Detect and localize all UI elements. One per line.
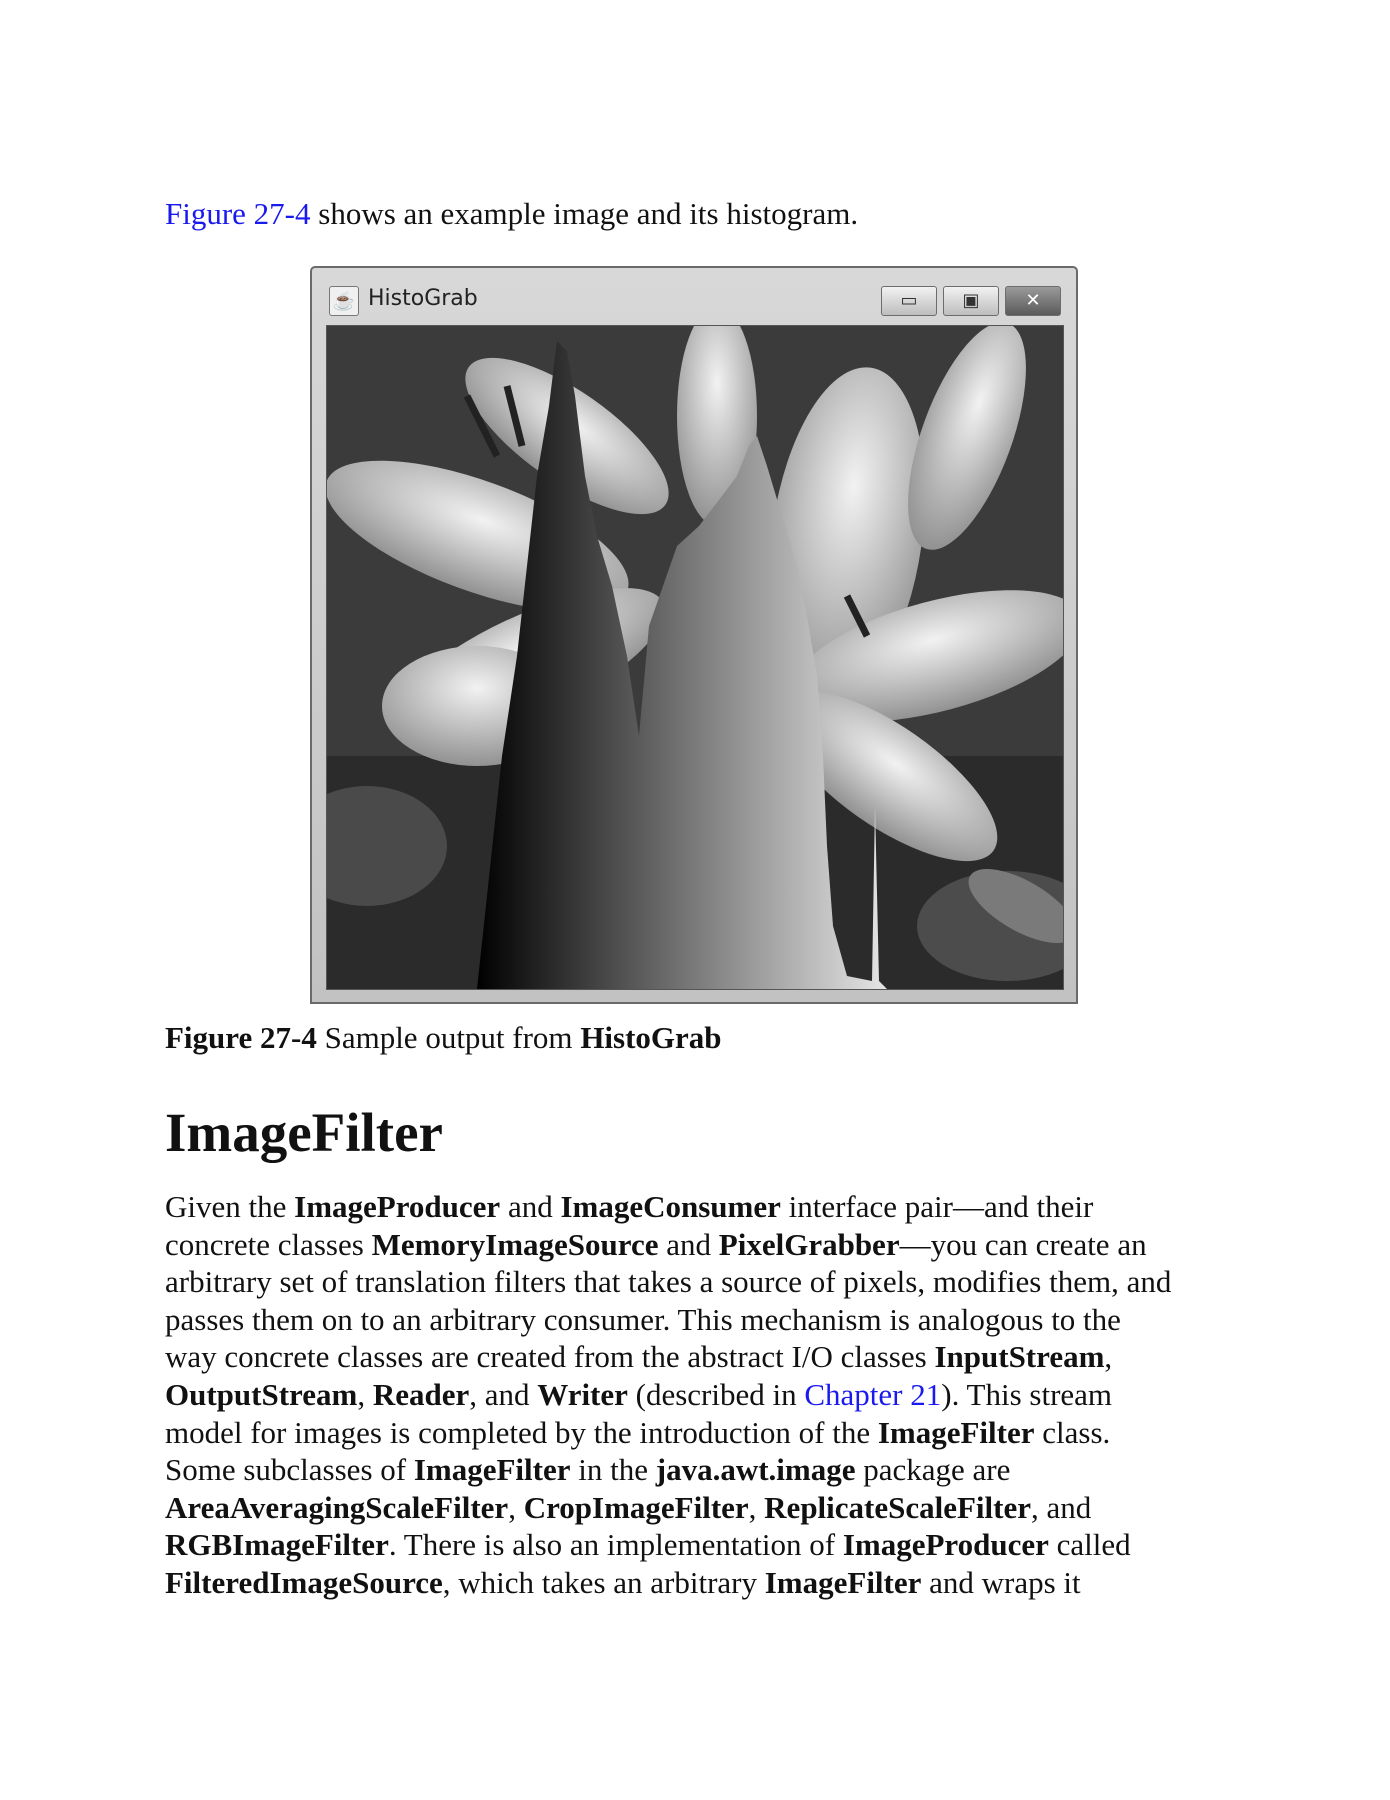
lily-photo-with-histogram <box>327 326 1063 989</box>
java-cup-icon: ☕ <box>329 286 359 316</box>
text-line: model for images is completed by the int… <box>165 1414 1111 1450</box>
text-line: FilteredImageSource, which takes an arbi… <box>165 1564 1081 1600</box>
minimize-button[interactable]: ▭ <box>881 286 937 316</box>
histograb-window: ☕ HistoGrab ▭ ▣ ✕ <box>310 266 1078 1004</box>
text-line: concrete classes MemoryImageSource and P… <box>165 1226 1147 1262</box>
histogram-image <box>326 325 1064 990</box>
body-paragraph: Given the ImageProducer and ImageConsume… <box>165 1188 1255 1602</box>
figure-label: Figure 27-4 <box>165 1020 317 1055</box>
intro-text: shows an example image and its histogram… <box>310 196 859 231</box>
text-line: OutputStream, Reader, and Writer (descri… <box>165 1376 1113 1412</box>
chapter-link[interactable]: Chapter 21 <box>804 1377 941 1412</box>
intro-paragraph: Figure 27-4 shows an example image and i… <box>165 194 858 234</box>
text-line: passes them on to an arbitrary consumer.… <box>165 1301 1121 1337</box>
window-titlebar[interactable]: ☕ HistoGrab ▭ ▣ ✕ <box>312 268 1076 324</box>
text-line: AreaAveragingScaleFilter, CropImageFilte… <box>165 1489 1092 1525</box>
figure-link[interactable]: Figure 27-4 <box>165 196 311 231</box>
close-button[interactable]: ✕ <box>1005 286 1061 316</box>
text-line: way concrete classes are created from th… <box>165 1339 1113 1375</box>
text-line: Given the ImageProducer and ImageConsume… <box>165 1189 1094 1224</box>
section-heading: ImageFilter <box>165 1102 443 1163</box>
text-line: arbitrary set of translation filters tha… <box>165 1264 1172 1300</box>
caption-app-name: HistoGrab <box>580 1020 722 1055</box>
maximize-button[interactable]: ▣ <box>943 286 999 316</box>
window-title: HistoGrab <box>368 286 478 311</box>
caption-text: Sample output from <box>316 1020 581 1055</box>
text-line: RGBImageFilter. There is also an impleme… <box>165 1527 1131 1563</box>
window-controls: ▭ ▣ ✕ <box>881 286 1061 316</box>
text-line: Some subclasses of ImageFilter in the ja… <box>165 1452 1011 1488</box>
figure-caption: Figure 27-4 Sample output from HistoGrab <box>165 1018 722 1058</box>
